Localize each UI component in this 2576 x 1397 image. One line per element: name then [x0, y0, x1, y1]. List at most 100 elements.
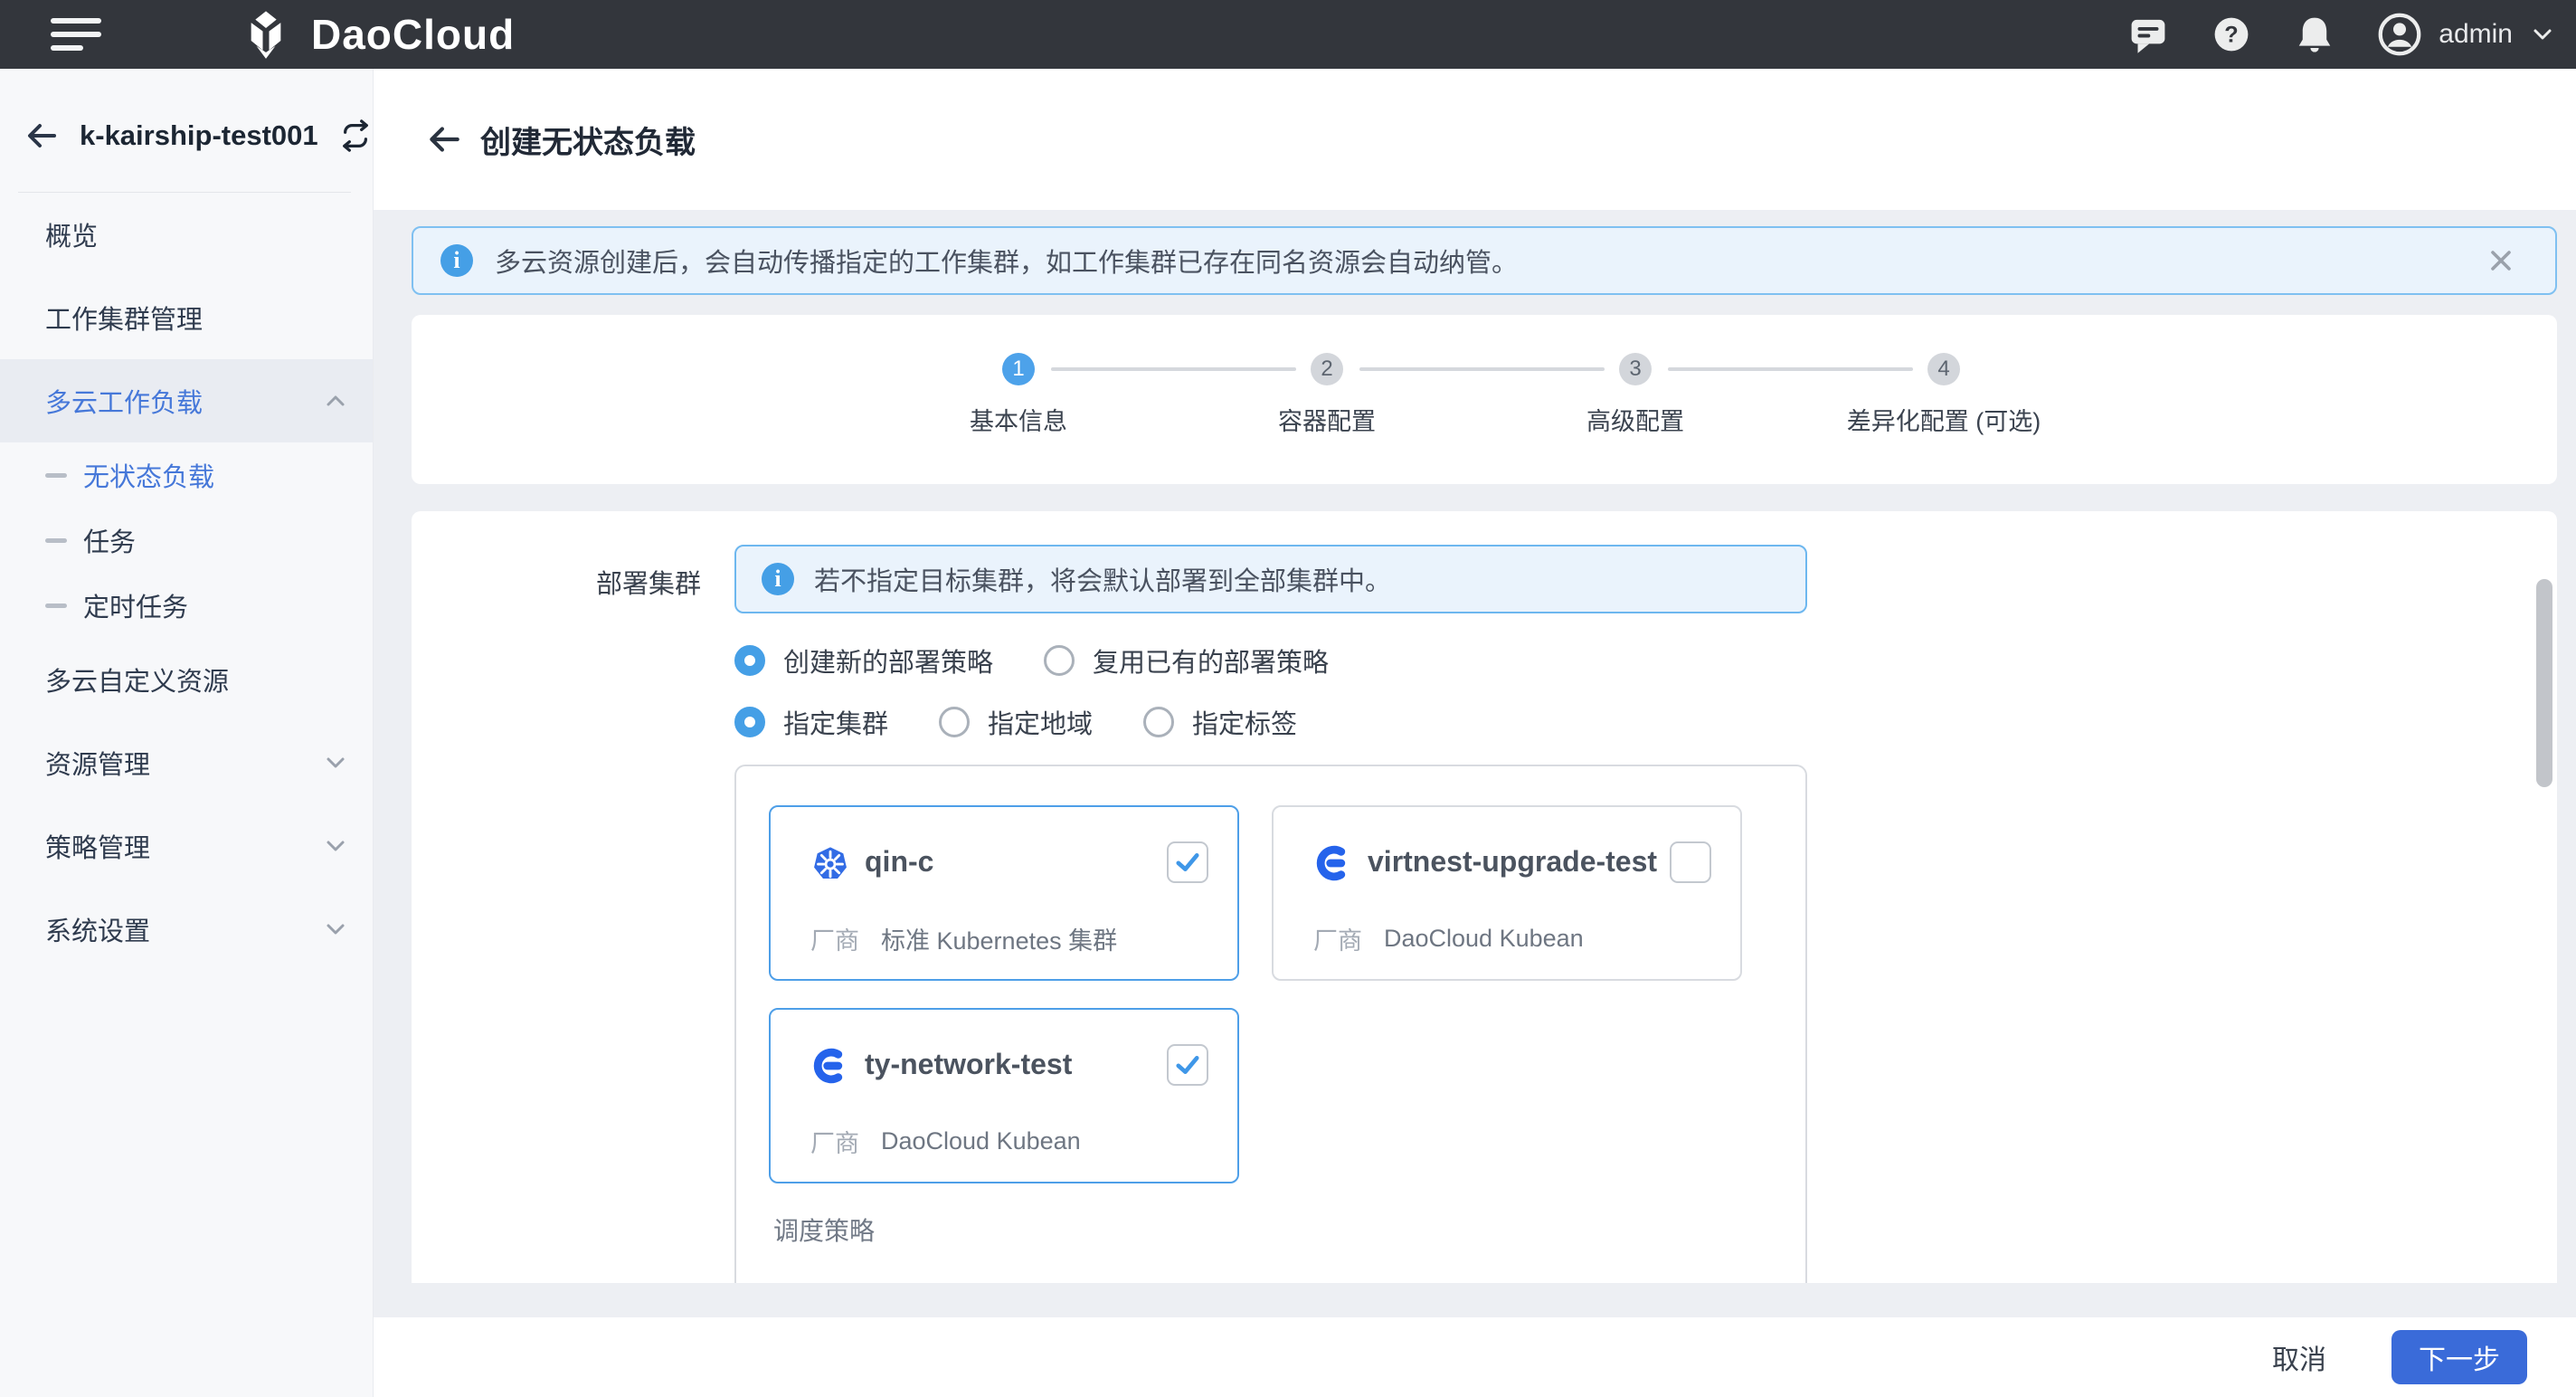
step-connector	[1668, 367, 1913, 371]
step-1-circle[interactable]: 1	[1002, 353, 1035, 385]
workspace-switcher: k-kairship-test001	[0, 69, 373, 154]
sidebar-item-label: 无状态负载	[83, 456, 349, 494]
username: admin	[2439, 19, 2513, 50]
radio-specify-label[interactable]: 指定标签	[1143, 703, 1297, 741]
sidebar-item-policy-mgmt[interactable]: 策略管理	[0, 804, 373, 888]
deploy-cluster-hint: i 若不指定目标集群，将会默认部署到全部集群中。	[734, 545, 1807, 613]
avatar-icon	[2377, 12, 2422, 57]
dash-icon	[45, 473, 67, 478]
page-back-arrow-icon[interactable]	[424, 119, 464, 159]
menu-toggle-icon[interactable]	[51, 14, 105, 54]
sidebar-item-multicloud-workloads[interactable]: 多云工作负载	[0, 359, 373, 442]
help-icon[interactable]: ?	[2211, 14, 2252, 55]
radio-selected-icon	[734, 645, 765, 676]
cluster-vendor-row: 厂商 DaoCloud Kubean	[810, 1124, 1081, 1159]
step-4-circle[interactable]: 4	[1927, 353, 1960, 385]
sidebar-item-work-cluster-mgmt[interactable]: 工作集群管理	[0, 276, 373, 359]
radio-unselected-icon	[939, 707, 970, 737]
sidebar-item-label: 系统设置	[45, 910, 322, 948]
step-2-label: 容器配置	[1164, 402, 1490, 437]
cluster-name: qin-c	[865, 845, 933, 879]
chevron-up-icon	[322, 387, 349, 414]
cancel-button[interactable]: 取消	[2258, 1328, 2341, 1386]
sidebar-item-label: 资源管理	[45, 744, 322, 782]
sidebar-item-label: 工作集群管理	[45, 299, 349, 337]
workspace-name: k-kairship-test001	[80, 119, 318, 152]
deploy-cluster-label: 部署集群	[538, 563, 701, 601]
step-number: 4	[1937, 356, 1949, 382]
sidebar-item-overview[interactable]: 概览	[0, 193, 373, 276]
vendor-value: DaoCloud Kubean	[1384, 925, 1584, 953]
radio-label: 创建新的部署策略	[783, 641, 993, 679]
sidebar-item-cronjobs[interactable]: 定时任务	[0, 573, 373, 638]
step-number: 2	[1321, 356, 1332, 382]
step-3-circle[interactable]: 3	[1619, 353, 1652, 385]
user-menu[interactable]: admin	[2377, 12, 2556, 57]
radio-unselected-icon	[1143, 707, 1174, 737]
step-connector	[1051, 367, 1296, 371]
notifications-bell-icon[interactable]	[2294, 14, 2335, 55]
radio-reuse-policy[interactable]: 复用已有的部署策略	[1044, 641, 1329, 679]
vendor-label: 厂商	[1313, 921, 1362, 956]
hint-text: 若不指定目标集群，将会默认部署到全部集群中。	[814, 560, 1391, 598]
kubean-logo-icon	[810, 1046, 850, 1086]
info-icon: i	[440, 244, 473, 277]
brand-name: DaoCloud	[311, 10, 515, 59]
sidebar-item-multicloud-custom-resources[interactable]: 多云自定义资源	[0, 638, 373, 721]
vendor-label: 厂商	[810, 1124, 859, 1159]
vendor-label: 厂商	[810, 921, 859, 956]
chevron-down-icon	[322, 832, 349, 860]
user-chevron-down-icon	[2529, 21, 2556, 48]
sidebar-back-arrow-icon[interactable]	[24, 118, 60, 154]
cluster-selection-panel: qin-c 厂商 标准 Kubernetes 集群	[734, 765, 1807, 1283]
radio-label: 指定标签	[1192, 703, 1297, 741]
sidebar-item-jobs[interactable]: 任务	[0, 508, 373, 573]
scrollbar-thumb[interactable]	[2536, 579, 2552, 787]
step-number: 3	[1629, 356, 1641, 382]
radio-label: 指定集群	[783, 703, 888, 741]
basic-info-form: 部署集群 i 若不指定目标集群，将会默认部署到全部集群中。 创建新的部署策略 复…	[412, 511, 2557, 1283]
sidebar-item-label: 定时任务	[83, 586, 349, 624]
brand-logo[interactable]: DaoCloud	[241, 9, 515, 60]
step-4-label: 差异化配置 (可选)	[1781, 402, 2107, 437]
workspace-swap-icon[interactable]	[338, 119, 373, 153]
radio-create-new-policy[interactable]: 创建新的部署策略	[734, 641, 993, 679]
dash-icon	[45, 603, 67, 608]
step-2-circle[interactable]: 2	[1311, 353, 1343, 385]
radio-specify-cluster[interactable]: 指定集群	[734, 703, 888, 741]
daocloud-logo-icon	[241, 9, 291, 60]
cluster-card-qin-c[interactable]: qin-c 厂商 标准 Kubernetes 集群	[769, 805, 1239, 981]
close-icon[interactable]	[2483, 242, 2519, 279]
topbar-actions: ? admin	[2127, 12, 2556, 57]
step-number: 1	[1012, 356, 1024, 382]
radio-label: 指定地域	[988, 703, 1093, 741]
kubernetes-logo-icon	[810, 843, 850, 883]
cluster-card-ty-network-test[interactable]: ty-network-test 厂商 DaoCloud Kubean	[769, 1008, 1239, 1183]
sidebar-item-label: 任务	[83, 521, 349, 559]
cluster-name: ty-network-test	[865, 1048, 1072, 1081]
scheduling-strategy-title: 调度策略	[773, 1212, 875, 1248]
dash-icon	[45, 538, 67, 543]
sidebar-item-label: 策略管理	[45, 827, 322, 865]
stepper: 1 2 3 4 基本信息 容器配置 高级配置 差异化配置 (可选)	[412, 315, 2557, 484]
cluster-checkbox-unchecked[interactable]	[1670, 841, 1711, 883]
radio-label: 复用已有的部署策略	[1093, 641, 1329, 679]
sidebar-item-resource-mgmt[interactable]: 资源管理	[0, 721, 373, 804]
kubean-logo-icon	[1313, 843, 1353, 883]
topbar: DaoCloud ?	[0, 0, 2576, 69]
cluster-checkbox-checked[interactable]	[1167, 1044, 1208, 1086]
policy-radio-group: 创建新的部署策略 复用已有的部署策略	[734, 641, 1329, 679]
sidebar-item-system-settings[interactable]: 系统设置	[0, 888, 373, 971]
cluster-checkbox-checked[interactable]	[1167, 841, 1208, 883]
vendor-value: DaoCloud Kubean	[881, 1127, 1081, 1155]
alert-text: 多云资源创建后，会自动传播指定的工作集群，如工作集群已存在同名资源会自动纳管。	[495, 242, 2483, 280]
sidebar-item-label: 概览	[45, 215, 349, 253]
sidebar-item-stateless-workload[interactable]: 无状态负载	[0, 442, 373, 508]
radio-specify-region[interactable]: 指定地域	[939, 703, 1093, 741]
cluster-card-virtnest-upgrade-test[interactable]: virtnest-upgrade-test 厂商 DaoCloud Kubean	[1272, 805, 1742, 981]
sidebar-item-label: 多云工作负载	[45, 382, 322, 420]
messages-icon[interactable]	[2127, 14, 2169, 55]
svg-text:?: ?	[2225, 23, 2239, 48]
radio-selected-icon	[734, 707, 765, 737]
next-step-button[interactable]: 下一步	[2391, 1330, 2527, 1384]
